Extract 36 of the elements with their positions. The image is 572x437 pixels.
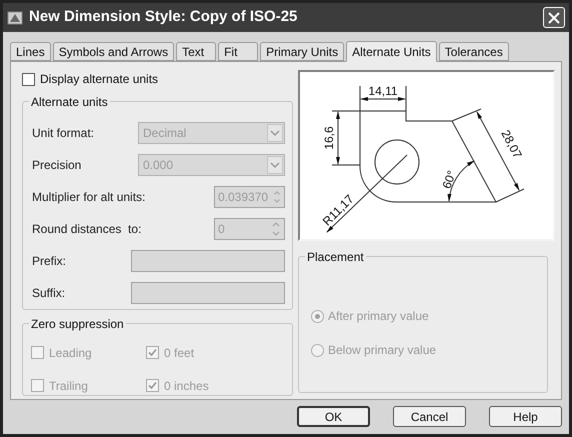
field-label: Multiplier for alt units:: [32, 189, 146, 206]
app-icon: [7, 10, 23, 26]
field-label: Round distances to:: [32, 221, 142, 238]
spinner-value: 0.039370: [217, 189, 270, 206]
field-label: Unit format:: [32, 125, 94, 142]
checkbox-label: 0 feet: [164, 344, 194, 362]
checkbox-label: Trailing: [49, 378, 88, 394]
tab[interactable]: Text: [176, 42, 216, 61]
field-label: Precision: [32, 157, 82, 174]
checkbox[interactable]: [22, 72, 35, 86]
tab[interactable]: Fit: [218, 42, 258, 61]
radio-label: Below primary value: [328, 342, 436, 359]
spinner-value: 0: [217, 221, 226, 238]
checkbox-label: Display alternate units: [40, 71, 158, 88]
close-button[interactable]: [543, 7, 565, 28]
tab[interactable]: Primary Units: [260, 42, 344, 61]
checkmark-icon: [148, 381, 157, 390]
field-label: Prefix:: [32, 253, 66, 270]
checkbox-label: Leading: [49, 344, 92, 362]
dialog-button[interactable]: Help: [489, 406, 562, 427]
tab[interactable]: Symbols and Arrows: [52, 42, 174, 61]
radio-label: After primary value: [328, 308, 429, 325]
chevron-down-icon: [267, 124, 283, 142]
dialog-button[interactable]: Cancel: [393, 406, 466, 427]
close-icon: [548, 12, 560, 24]
tab[interactable]: Lines: [10, 42, 51, 61]
checkbox-label: 0 inches: [164, 378, 209, 394]
window-title: New Dimension Style: Copy of ISO-25: [29, 7, 298, 28]
dropdown-value: 0.000: [142, 157, 174, 174]
tab[interactable]: Alternate Units: [346, 41, 437, 62]
chevron-down-icon: [267, 156, 283, 174]
dropdown-value: Decimal: [142, 125, 188, 142]
field-label: Suffix:: [32, 285, 66, 302]
checkmark-icon: [148, 348, 157, 357]
dialog-button[interactable]: OK: [297, 406, 370, 427]
tab[interactable]: Tolerances: [438, 42, 509, 61]
